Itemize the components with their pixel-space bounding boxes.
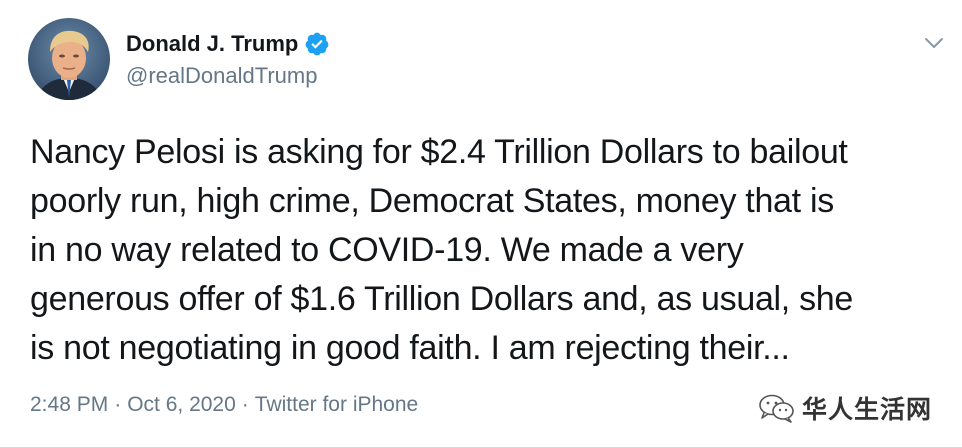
tweet-header: Donald J. Trump @realDonaldTrump [28,18,330,100]
meta-separator: · [114,393,122,416]
tweet-text: Nancy Pelosi is asking for $2.4 Trillion… [30,128,950,373]
tweet-text-line: in no way related to COVID-19. We made a… [30,231,744,269]
tweet-text-line: Nancy Pelosi is asking for $2.4 Trillion… [30,133,848,171]
verified-badge-icon [304,31,330,57]
chevron-down-icon[interactable] [924,36,944,50]
tweet-date[interactable]: Oct 6, 2020 [127,393,236,416]
tweet-metadata: 2:48 PM · Oct 6, 2020 · Twitter for iPhone [30,393,418,417]
tweet-text-line: poorly run, high crime, Democrat States,… [30,182,834,220]
name-row: Donald J. Trump [126,29,330,59]
wechat-icon [758,393,796,423]
tweet-source[interactable]: Twitter for iPhone [255,393,418,416]
author-names: Donald J. Trump @realDonaldTrump [126,29,330,89]
meta-separator: · [241,393,249,416]
tweet-card: Donald J. Trump @realDonaldTrump Nancy P… [0,0,962,448]
tweet-text-line: generous offer of $1.6 Trillion Dollars … [30,280,854,318]
display-name[interactable]: Donald J. Trump [126,31,298,57]
avatar[interactable] [28,18,110,100]
watermark: 华人生活网 [758,390,932,426]
profile-photo-icon [28,18,110,100]
tweet-text-line: is not negotiating in good faith. I am r… [30,329,790,367]
watermark-text: 华人生活网 [801,395,932,424]
author-handle[interactable]: @realDonaldTrump [126,63,330,89]
tweet-time[interactable]: 2:48 PM [30,393,108,416]
